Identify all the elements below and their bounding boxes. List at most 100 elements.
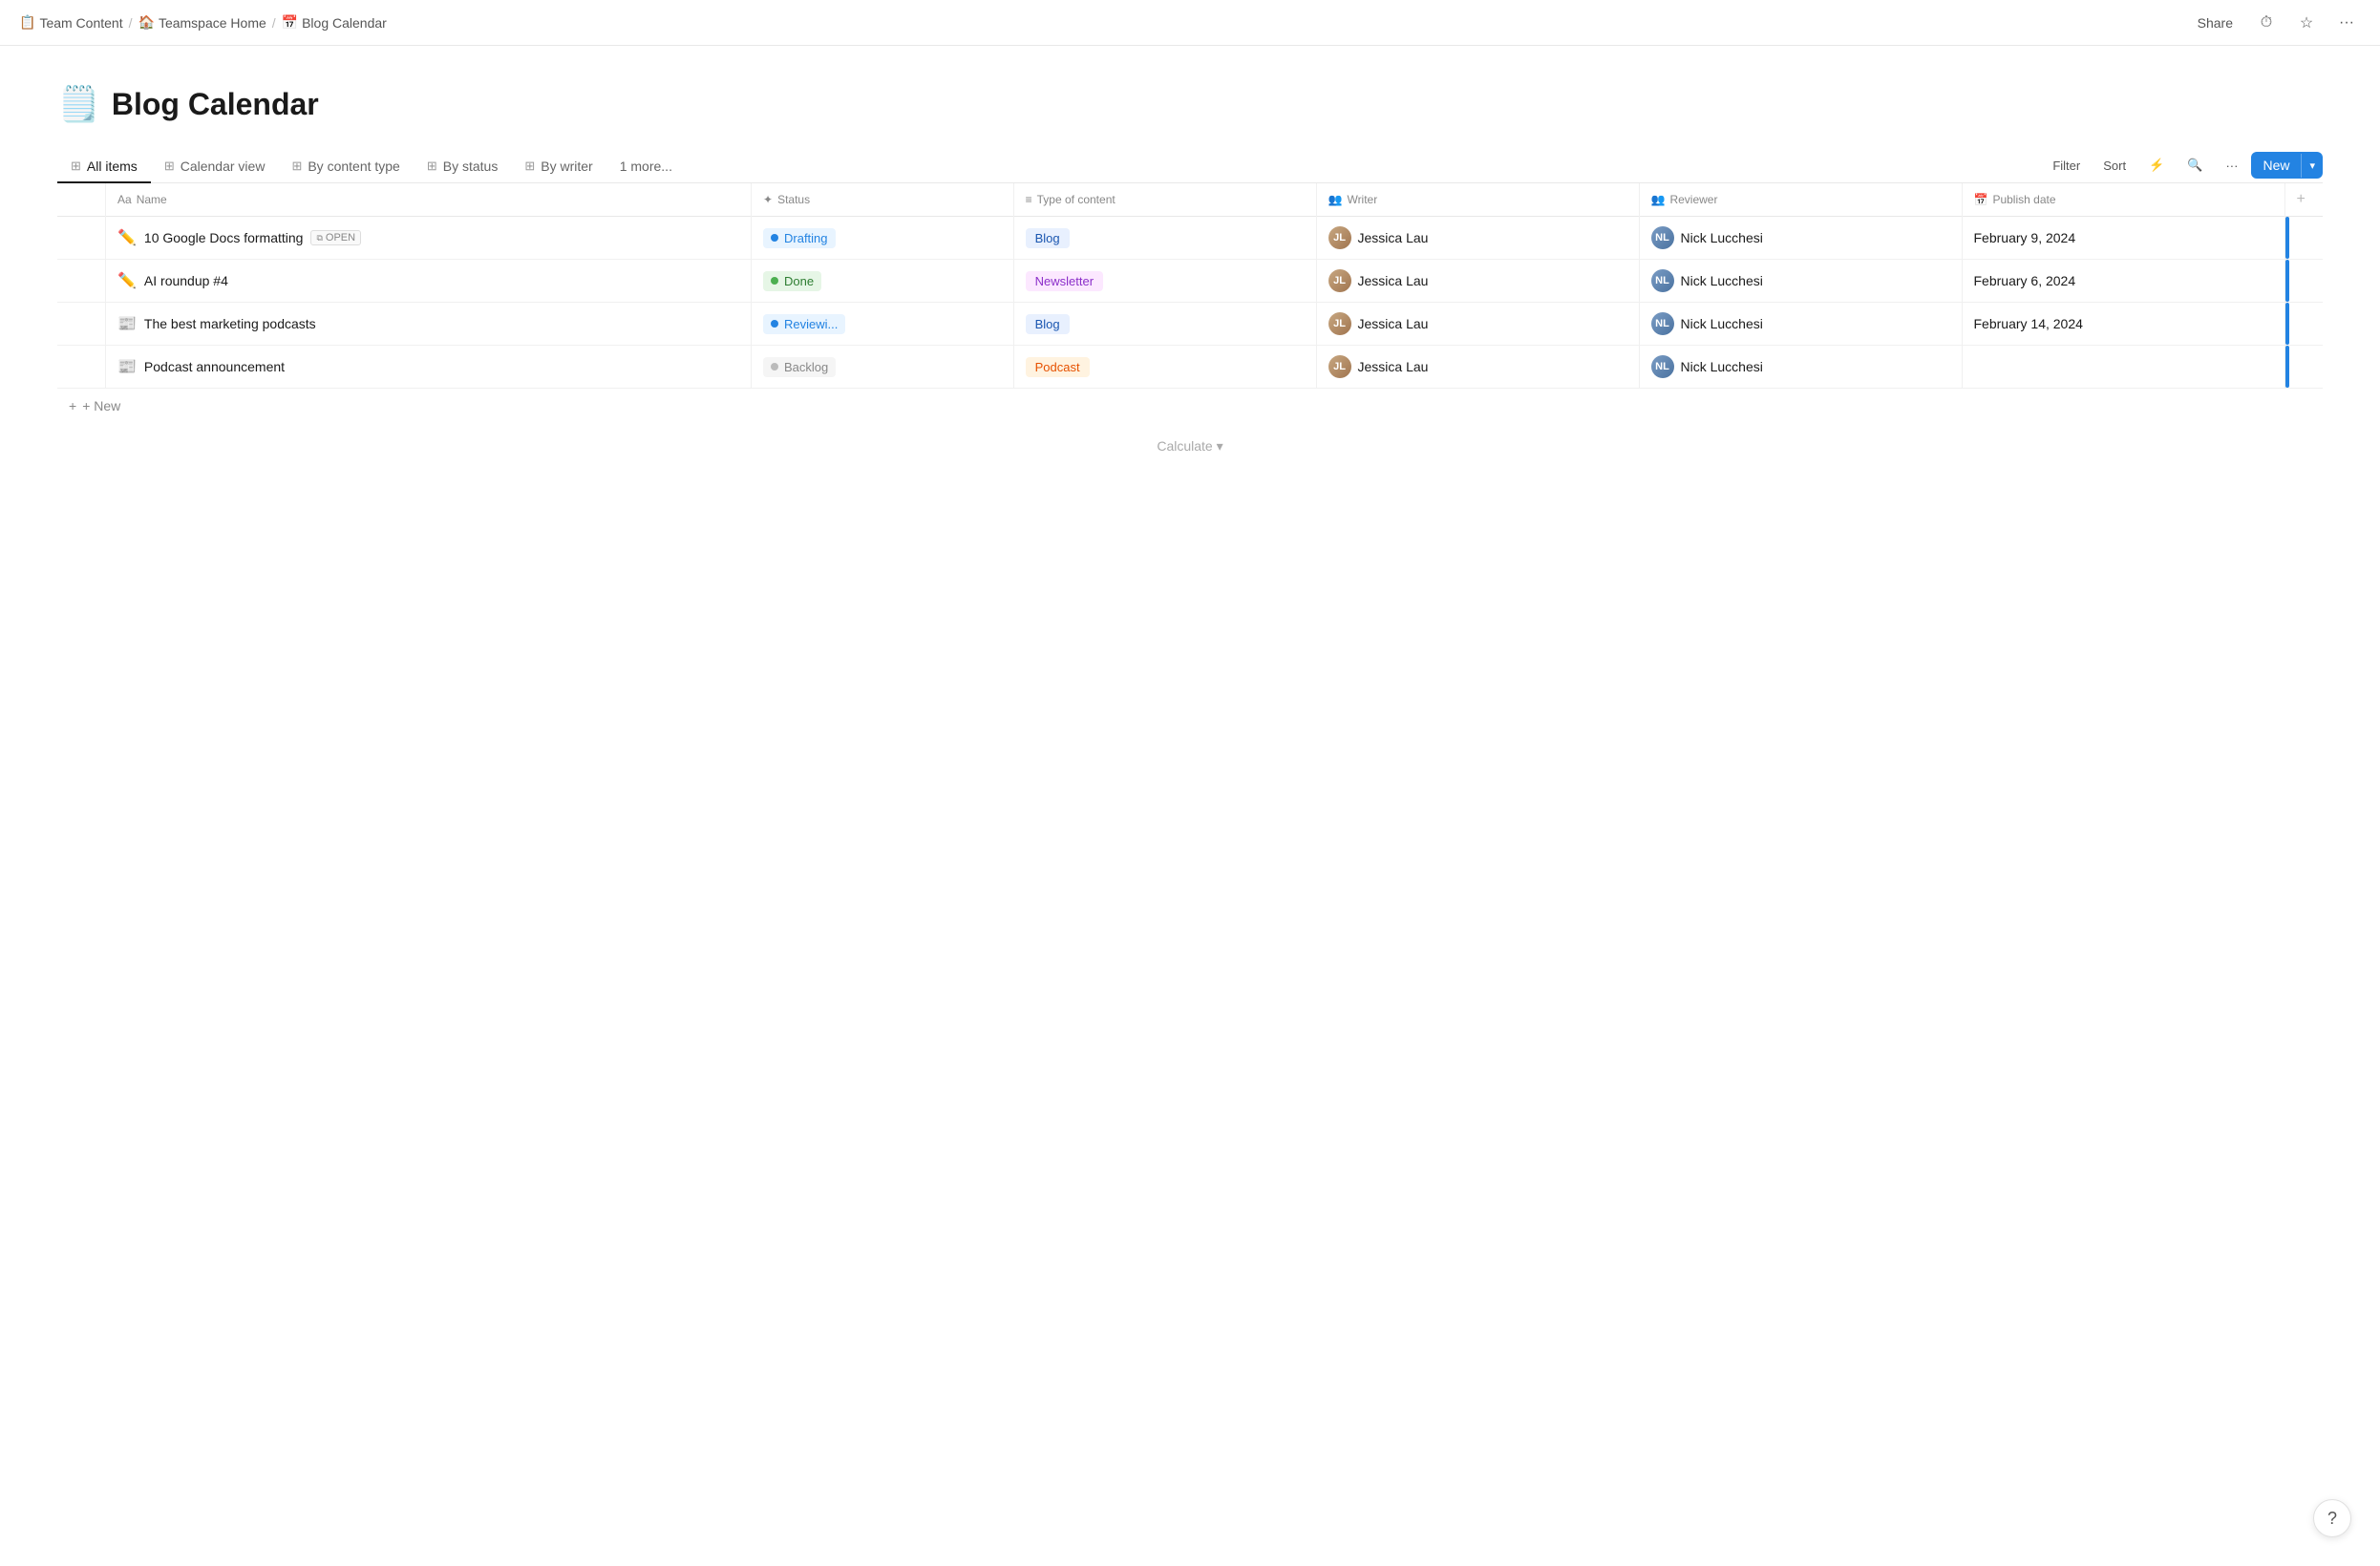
filter-button[interactable]: Filter xyxy=(2043,154,2090,178)
table-row[interactable]: + ⠿ 📰 Podcast announcement Backlog Podca… xyxy=(57,346,2323,389)
database-table: Aa Name ✦ Status ≡ Type of content xyxy=(57,183,2323,389)
row-add-icon[interactable]: + xyxy=(65,230,73,245)
cell-name[interactable]: ✏️ AI roundup #4 xyxy=(106,260,752,303)
cell-reviewer[interactable]: NL Nick Lucchesi xyxy=(1639,217,1962,260)
cell-right-indicator xyxy=(2284,260,2323,303)
search-button[interactable]: 🔍 xyxy=(2178,153,2212,178)
reviewer-avatar: NL xyxy=(1651,355,1674,378)
cell-name[interactable]: 📰 Podcast announcement xyxy=(106,346,752,389)
open-badge-label: OPEN xyxy=(326,232,355,243)
row-add-icon[interactable]: + xyxy=(65,273,73,288)
row-name-text: 10 Google Docs formatting xyxy=(144,230,304,245)
history-button[interactable]: ⏱ xyxy=(2252,9,2281,37)
cell-writer[interactable]: JL Jessica Lau xyxy=(1316,260,1639,303)
row-drag-icon[interactable]: ⠿ xyxy=(76,273,86,289)
more-icon: ··· xyxy=(2339,14,2354,32)
col-publish-date: 📅 Publish date xyxy=(1962,183,2284,217)
cell-reviewer[interactable]: NL Nick Lucchesi xyxy=(1639,303,1962,346)
writer-avatar: JL xyxy=(1328,312,1351,335)
more-button[interactable]: ··· xyxy=(2332,9,2361,37)
reviewer-name: Nick Lucchesi xyxy=(1681,359,1763,374)
cell-writer[interactable]: JL Jessica Lau xyxy=(1316,303,1639,346)
cell-right-indicator xyxy=(2284,303,2323,346)
tab-by-content-type[interactable]: ⊞ By content type xyxy=(278,151,413,183)
row-drag-icon[interactable]: ⠿ xyxy=(76,230,86,246)
new-button-chevron[interactable]: ▾ xyxy=(2301,154,2323,178)
help-icon: ? xyxy=(2327,1509,2337,1529)
row-drag-icon[interactable]: ⠿ xyxy=(76,359,86,375)
by-content-type-tab-icon: ⊞ xyxy=(291,159,302,174)
cell-publish-date[interactable]: February 6, 2024 xyxy=(1962,260,2284,303)
cell-name[interactable]: 📰 The best marketing podcasts xyxy=(106,303,752,346)
writer-name: Jessica Lau xyxy=(1358,273,1429,288)
cell-status[interactable]: Drafting xyxy=(752,217,1014,260)
cell-publish-date[interactable]: February 9, 2024 xyxy=(1962,217,2284,260)
cell-writer[interactable]: JL Jessica Lau xyxy=(1316,217,1639,260)
by-writer-tab-label: By writer xyxy=(541,159,592,174)
cell-status[interactable]: Reviewi... xyxy=(752,303,1014,346)
col-writer-label: Writer xyxy=(1347,193,1377,206)
sort-button[interactable]: Sort xyxy=(2093,154,2136,178)
tab-all-items[interactable]: ⊞ All items xyxy=(57,151,151,183)
cell-type[interactable]: Blog xyxy=(1013,217,1316,260)
cell-right-indicator xyxy=(2284,217,2323,260)
cell-type[interactable]: Podcast xyxy=(1013,346,1316,389)
add-column-icon[interactable]: + xyxy=(2297,191,2306,207)
row-add-icon[interactable]: + xyxy=(65,359,73,374)
by-status-tab-icon: ⊞ xyxy=(427,159,437,174)
row-drag-icon[interactable]: ⠿ xyxy=(76,316,86,332)
cell-writer[interactable]: JL Jessica Lau xyxy=(1316,346,1639,389)
help-button[interactable]: ? xyxy=(2313,1499,2351,1537)
add-new-row-button[interactable]: + + New xyxy=(57,389,2323,423)
breadcrumb-teamspace[interactable]: 🏠 Teamspace Home xyxy=(138,14,266,31)
content-type-tag: Podcast xyxy=(1026,357,1090,377)
tab-more[interactable]: 1 more... xyxy=(606,151,686,183)
row-add-icon[interactable]: + xyxy=(65,316,73,331)
reviewer-avatar: NL xyxy=(1651,226,1674,249)
share-button[interactable]: Share xyxy=(2190,11,2241,34)
breadcrumb-blog-calendar[interactable]: 📅 Blog Calendar xyxy=(282,14,387,31)
table-row[interactable]: + ⠿ ✏️ 10 Google Docs formatting ⧉ OPEN … xyxy=(57,217,2323,260)
tab-by-status[interactable]: ⊞ By status xyxy=(414,151,512,183)
status-label: Done xyxy=(784,274,814,288)
status-label: Backlog xyxy=(784,360,828,374)
star-button[interactable]: ☆ xyxy=(2292,9,2321,37)
col-publish-date-icon: 📅 xyxy=(1974,193,1988,206)
content-type-tag: Blog xyxy=(1026,314,1070,334)
cell-publish-date[interactable] xyxy=(1962,346,2284,389)
add-new-row-icon: + xyxy=(69,398,76,413)
table-row[interactable]: + ⠿ 📰 The best marketing podcasts Review… xyxy=(57,303,2323,346)
lightning-button[interactable]: ⚡ xyxy=(2139,153,2174,178)
breadcrumb-team-content[interactable]: 📋 Team Content xyxy=(19,14,123,31)
calculate-button[interactable]: Calculate ▾ xyxy=(57,423,2323,470)
status-dot xyxy=(771,320,778,328)
by-status-tab-label: By status xyxy=(443,159,499,174)
new-button[interactable]: New ▾ xyxy=(2251,152,2323,179)
teamspace-label: Teamspace Home xyxy=(159,15,266,31)
cell-type[interactable]: Blog xyxy=(1013,303,1316,346)
options-button[interactable]: ··· xyxy=(2216,154,2247,178)
cell-type[interactable]: Newsletter xyxy=(1013,260,1316,303)
tab-by-writer[interactable]: ⊞ By writer xyxy=(511,151,606,183)
status-label: Drafting xyxy=(784,231,828,245)
cell-name[interactable]: ✏️ 10 Google Docs formatting ⧉ OPEN xyxy=(106,217,752,260)
writer-name: Jessica Lau xyxy=(1358,316,1429,331)
table-row[interactable]: + ⠿ ✏️ AI roundup #4 Done Newsletter JL … xyxy=(57,260,2323,303)
cell-reviewer[interactable]: NL Nick Lucchesi xyxy=(1639,260,1962,303)
reviewer-cell: NL Nick Lucchesi xyxy=(1651,355,1763,378)
writer-cell: JL Jessica Lau xyxy=(1328,269,1429,292)
table-header-row: Aa Name ✦ Status ≡ Type of content xyxy=(57,183,2323,217)
options-icon: ··· xyxy=(2225,159,2238,173)
col-type-label: Type of content xyxy=(1037,193,1116,206)
cell-status[interactable]: Done xyxy=(752,260,1014,303)
cell-reviewer[interactable]: NL Nick Lucchesi xyxy=(1639,346,1962,389)
cell-status[interactable]: Backlog xyxy=(752,346,1014,389)
col-type-icon: ≡ xyxy=(1026,193,1032,206)
calculate-chevron: ▾ xyxy=(1217,438,1223,454)
cell-publish-date[interactable]: February 14, 2024 xyxy=(1962,303,2284,346)
tab-calendar-view[interactable]: ⊞ Calendar view xyxy=(151,151,279,183)
filter-label: Filter xyxy=(2052,159,2080,173)
col-add[interactable]: + xyxy=(2284,183,2323,217)
row-name-text: The best marketing podcasts xyxy=(144,316,316,331)
more-tab-label: 1 more... xyxy=(620,159,672,174)
